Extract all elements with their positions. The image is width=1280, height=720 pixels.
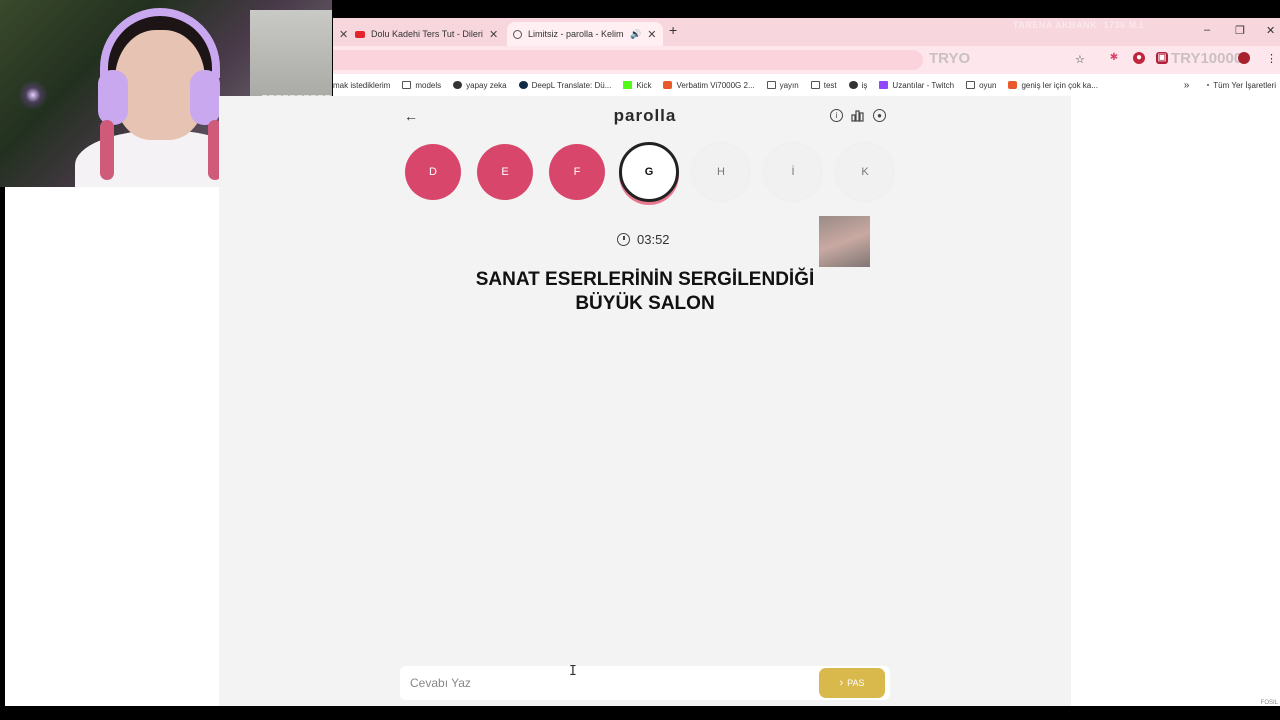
letter-i: İ <box>765 144 821 200</box>
globe-icon <box>453 81 463 89</box>
close-icon[interactable]: ✕ <box>489 28 498 41</box>
clock-icon <box>617 233 630 246</box>
tab-close-prev[interactable]: ✕ <box>333 22 348 46</box>
bookmark-item[interactable]: Uzantılar - Twitch <box>879 81 954 90</box>
letter-g-current: G <box>619 142 679 202</box>
tab-youtube[interactable]: Dolu Kadehi Ters Tut - Dilerim ✕ <box>355 22 503 46</box>
letter-f: F <box>549 144 605 200</box>
bookmark-item[interactable]: oyun <box>966 81 996 90</box>
speaker-icon[interactable]: 🔊 <box>630 29 641 40</box>
bookmark-item[interactable]: Kick <box>623 81 651 90</box>
answer-bar: › PAS <box>400 666 890 700</box>
bookmarks-bar: mak istediklerim models yapay zeka DeepL… <box>333 74 1280 96</box>
kick-icon <box>623 81 633 89</box>
tab-parolla[interactable]: Limitsiz - parolla - Kelime o 🔊 ✕ <box>507 22 663 46</box>
headset-right <box>190 70 220 125</box>
hint-thumbnail <box>819 216 870 267</box>
bookmark-item[interactable]: iş <box>848 81 867 90</box>
browser-toolbar: TRYO ☆ ✱ ● ▣ TRY10000 ⋮ <box>333 46 1280 74</box>
bookmark-item[interactable]: models <box>402 81 441 90</box>
store-icon <box>663 81 673 89</box>
all-bookmarks-button[interactable]: Tüm Yer İşaretleri <box>1213 81 1276 90</box>
extension-icon[interactable]: ▣ <box>1156 52 1168 64</box>
folder-icon <box>810 81 820 89</box>
minimize-button[interactable]: – <box>1204 24 1210 36</box>
new-tab-button[interactable]: + <box>669 22 677 38</box>
bookmarks-right: » Tüm Yer İşaretleri <box>1184 74 1276 96</box>
store-icon <box>1008 81 1018 89</box>
bookmark-item[interactable]: Verbatim Vi7000G 2... <box>663 81 755 90</box>
page-left-margin <box>5 187 219 706</box>
page-right-margin <box>1071 96 1280 706</box>
question-text: SANAT ESERLERİNİN SERGİLENDİĞİ BÜYÜK SAL… <box>475 269 815 314</box>
bookmark-star-icon[interactable]: ☆ <box>1075 53 1085 66</box>
youtube-icon <box>355 30 365 38</box>
close-icon[interactable]: ✕ <box>647 28 656 41</box>
bookmark-item[interactable]: DeepL Translate: Dü... <box>518 81 611 90</box>
headset-band <box>100 8 220 78</box>
folder-icon <box>1207 84 1210 86</box>
deepl-icon <box>518 81 528 89</box>
twitch-icon <box>879 81 889 89</box>
letter-k: K <box>837 144 893 200</box>
braid-left <box>100 120 114 180</box>
folder-icon <box>402 81 412 89</box>
stream-watermark: TRY10000 <box>1171 50 1243 67</box>
bookmark-item[interactable]: test <box>810 81 837 90</box>
game-page: ← parolla i ● D E F G H İ K 03:52 SANAT … <box>219 96 1071 706</box>
maximize-button[interactable]: ❐ <box>1235 24 1245 37</box>
folder-icon <box>766 81 776 89</box>
headset-left <box>98 70 128 125</box>
timer-value: 03:52 <box>637 232 670 247</box>
timer: 03:52 <box>617 232 670 247</box>
letter-d: D <box>405 144 461 200</box>
bookmark-item[interactable]: mak istediklerim <box>333 81 390 90</box>
extension-icon[interactable]: ● <box>1133 52 1145 64</box>
close-window-button[interactable]: ✕ <box>1266 24 1275 37</box>
stream-watermark: TRYO <box>929 50 971 67</box>
chevron-right-icon: › <box>839 677 844 689</box>
stats-icon[interactable] <box>851 109 864 122</box>
browser-tab-strip: ✕ Dolu Kadehi Ters Tut - Dilerim ✕ Limit… <box>333 18 1280 46</box>
profile-avatar[interactable] <box>1238 52 1250 64</box>
bookmark-item[interactable]: yapay zeka <box>453 81 507 90</box>
game-logo: parolla <box>613 106 677 125</box>
menu-icon[interactable]: ⋮ <box>1266 52 1277 65</box>
back-arrow-icon[interactable]: ← <box>404 108 418 124</box>
info-icon[interactable]: i <box>830 109 843 122</box>
pass-button[interactable]: › PAS <box>819 668 885 698</box>
answer-input[interactable] <box>410 674 800 692</box>
extension-icon[interactable]: ✱ <box>1108 52 1120 64</box>
stream-overlay-text: TARENA AKBANK: 1736 M.L <box>1013 20 1146 30</box>
profile-icon[interactable]: ● <box>873 109 886 122</box>
site-icon <box>513 29 522 39</box>
text-cursor-icon: I <box>569 664 577 679</box>
more-bookmarks-button[interactable]: » <box>1184 80 1190 91</box>
footer-text: FOSIL <box>1260 700 1278 706</box>
letter-h: H <box>693 144 749 200</box>
webcam-background-light <box>18 80 48 110</box>
bookmark-item[interactable]: yayın <box>766 81 799 90</box>
letter-e: E <box>477 144 533 200</box>
bookmark-item[interactable]: geniş ler için çok ka... <box>1008 81 1098 90</box>
screen: ✕ Dolu Kadehi Ters Tut - Dilerim ✕ Limit… <box>0 0 1280 720</box>
address-bar[interactable] <box>333 50 923 70</box>
globe-icon <box>848 81 858 89</box>
folder-icon <box>966 81 976 89</box>
